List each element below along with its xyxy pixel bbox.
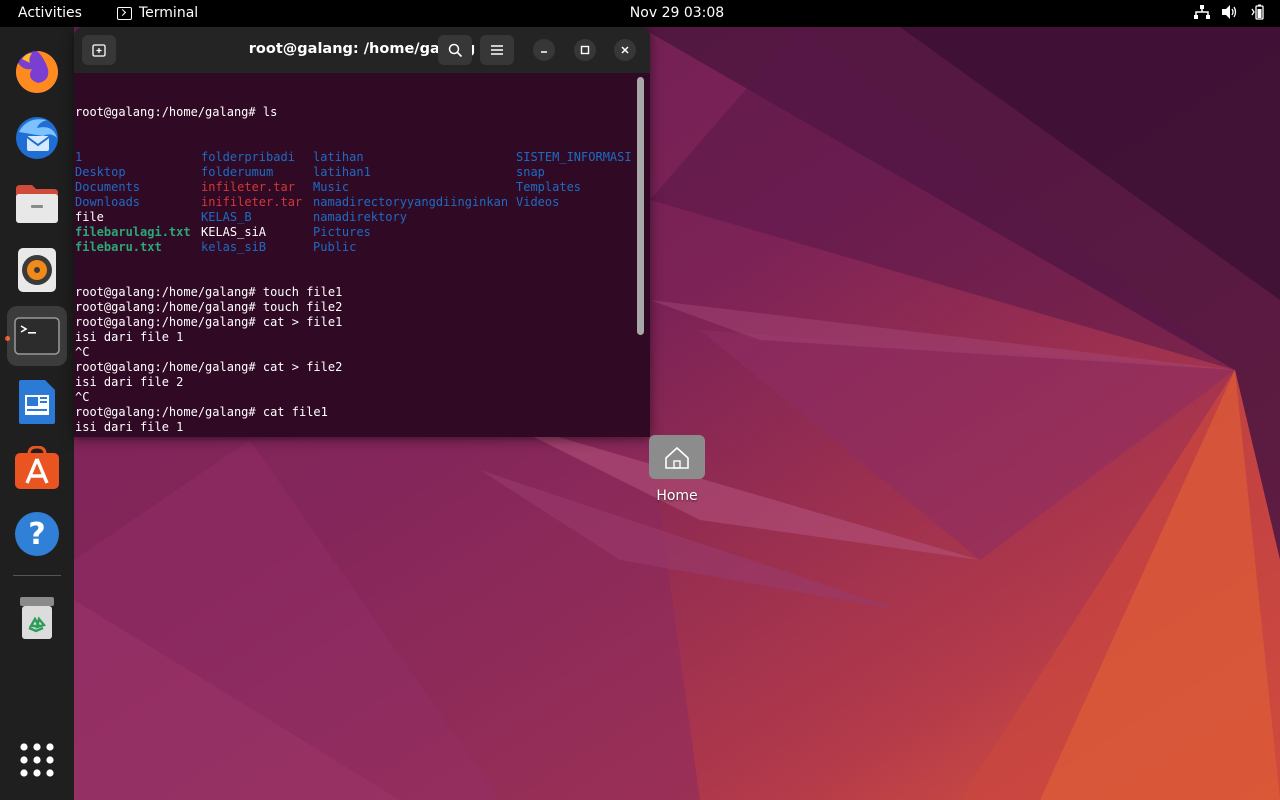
maximize-icon — [580, 45, 590, 55]
dock-separator — [13, 575, 61, 576]
ls-output-row: 1 folderpribadi latihan SISTEM_INFORMASI — [75, 150, 635, 165]
ls-entry: file — [75, 210, 104, 224]
terminal-line: root@galang:/home/galang# touch file2 — [75, 300, 343, 314]
ls-entry: inifileter.tar — [201, 195, 303, 209]
terminal-line: isi dari file 1 — [75, 330, 184, 344]
home-folder-label: Home — [656, 488, 698, 504]
ls-entry: filebarulagi.txt — [75, 225, 191, 239]
dock-show-apps[interactable] — [7, 730, 67, 790]
hamburger-icon — [491, 45, 503, 55]
ls-entry: Public — [313, 240, 357, 254]
close-button[interactable] — [614, 39, 636, 61]
system-tray[interactable] — [1194, 4, 1266, 20]
rhythmbox-icon — [18, 248, 56, 292]
ls-entry: namadirektory — [313, 210, 407, 224]
ls-entry: Videos — [516, 195, 560, 209]
ls-entry: KELAS_B — [201, 210, 252, 224]
ls-entry: folderumum — [201, 165, 274, 179]
show-apps-icon — [20, 743, 54, 777]
terminal-line: root@galang:/home/galang# cat file2 — [75, 435, 635, 436]
ls-entry: Music — [313, 180, 350, 194]
ls-entry: Templates — [516, 180, 582, 194]
battery-icon — [1251, 4, 1264, 20]
dock-trash[interactable] — [7, 588, 67, 648]
ls-output-row: Downloads inifileter.tar namadirectoryyang… — [75, 195, 635, 210]
ls-entry: kelas_siB — [201, 240, 267, 254]
terminal-scrollbar[interactable] — [637, 77, 644, 335]
ls-entry: latihan — [313, 150, 364, 164]
terminal-line: ^C — [75, 345, 90, 359]
ls-entry: infileter.tar — [201, 180, 295, 194]
dock-rhythmbox[interactable] — [7, 240, 67, 300]
terminal-icon — [14, 317, 60, 355]
top-bar: Activities Terminal Nov 29 03:08 — [0, 0, 1280, 27]
ls-output-row: file KELAS_B namadirektory — [75, 210, 635, 225]
close-icon — [621, 46, 629, 54]
terminal-line: root@galang:/home/galang# cat > file2 — [75, 360, 343, 374]
ls-entry: filebaru.txt — [75, 240, 162, 254]
menu-button[interactable] — [480, 35, 514, 65]
svg-text:?: ? — [28, 517, 45, 552]
writer-icon — [19, 380, 55, 424]
home-folder-icon — [649, 435, 705, 479]
app-center-icon — [15, 446, 59, 489]
ls-entry: snap — [516, 165, 545, 179]
volume-icon — [1222, 5, 1237, 19]
ls-entry: namadirectoryyangdiinginkan — [313, 195, 509, 209]
terminal-line: isi dari file 1 — [75, 420, 184, 434]
files-icon — [16, 185, 58, 223]
dock-thunderbird[interactable] — [7, 108, 67, 168]
minimize-icon — [541, 51, 547, 53]
terminal-window[interactable]: root@galang: /home/galang root@galang:/h… — [74, 27, 650, 437]
ls-output-row: Documents infileter.tar Music Templates — [75, 180, 635, 195]
search-button[interactable] — [438, 35, 472, 65]
ls-entry: SISTEM_INFORMASI — [516, 150, 632, 164]
dock-terminal[interactable] — [7, 306, 67, 366]
thunderbird-icon — [16, 117, 58, 159]
ls-output-row: Desktop folderumum latihan1 snap — [75, 165, 635, 180]
ls-entry: Pictures — [313, 225, 371, 239]
help-icon: ? — [15, 512, 59, 556]
terminal-headerbar[interactable]: root@galang: /home/galang — [74, 27, 650, 73]
terminal-line: root@galang:/home/galang# ls — [75, 105, 278, 119]
firefox-icon — [15, 51, 58, 93]
ls-entry: latihan1 — [313, 165, 371, 179]
dock-firefox[interactable] — [7, 42, 67, 102]
dock-files[interactable] — [7, 174, 67, 234]
terminal-line: ^C — [75, 390, 90, 404]
search-icon — [448, 43, 462, 57]
ls-entry: 1 — [75, 150, 83, 164]
minimize-button[interactable] — [533, 39, 555, 61]
dock-app-center[interactable] — [7, 438, 67, 498]
terminal-line: root@galang:/home/galang# cat file1 — [75, 405, 328, 419]
ls-entry: folderpribadi — [201, 150, 295, 164]
terminal-line: root@galang:/home/galang# touch file1 — [75, 285, 343, 299]
ls-entry: Documents — [75, 180, 141, 194]
ls-entry: Desktop — [75, 165, 126, 179]
trash-icon — [20, 597, 54, 639]
ls-output-row: filebarulagi.txt KELAS_siA Pictures — [75, 225, 635, 240]
ls-entry: Downloads — [75, 195, 141, 209]
network-icon — [1194, 5, 1210, 19]
dock-writer[interactable] — [7, 372, 67, 432]
prompt: root@galang:/home/galang# — [75, 105, 263, 119]
terminal-line: root@galang:/home/galang# cat > file1 — [75, 315, 343, 329]
terminal-output[interactable]: root@galang:/home/galang# ls 1 folderprib… — [75, 74, 635, 436]
terminal-line: isi dari file 2 — [75, 375, 184, 389]
maximize-button[interactable] — [574, 39, 596, 61]
dock-help[interactable]: ? — [7, 504, 67, 564]
window-title: root@galang: /home/galang — [248, 41, 476, 57]
clock[interactable]: Nov 29 03:08 — [0, 5, 1280, 21]
desktop-home-folder[interactable]: Home — [647, 433, 707, 513]
ls-entry: KELAS_siA — [201, 225, 267, 239]
dock: ? — [0, 27, 74, 800]
ls-output-row: filebaru.txt kelas_siB Public — [75, 240, 635, 255]
